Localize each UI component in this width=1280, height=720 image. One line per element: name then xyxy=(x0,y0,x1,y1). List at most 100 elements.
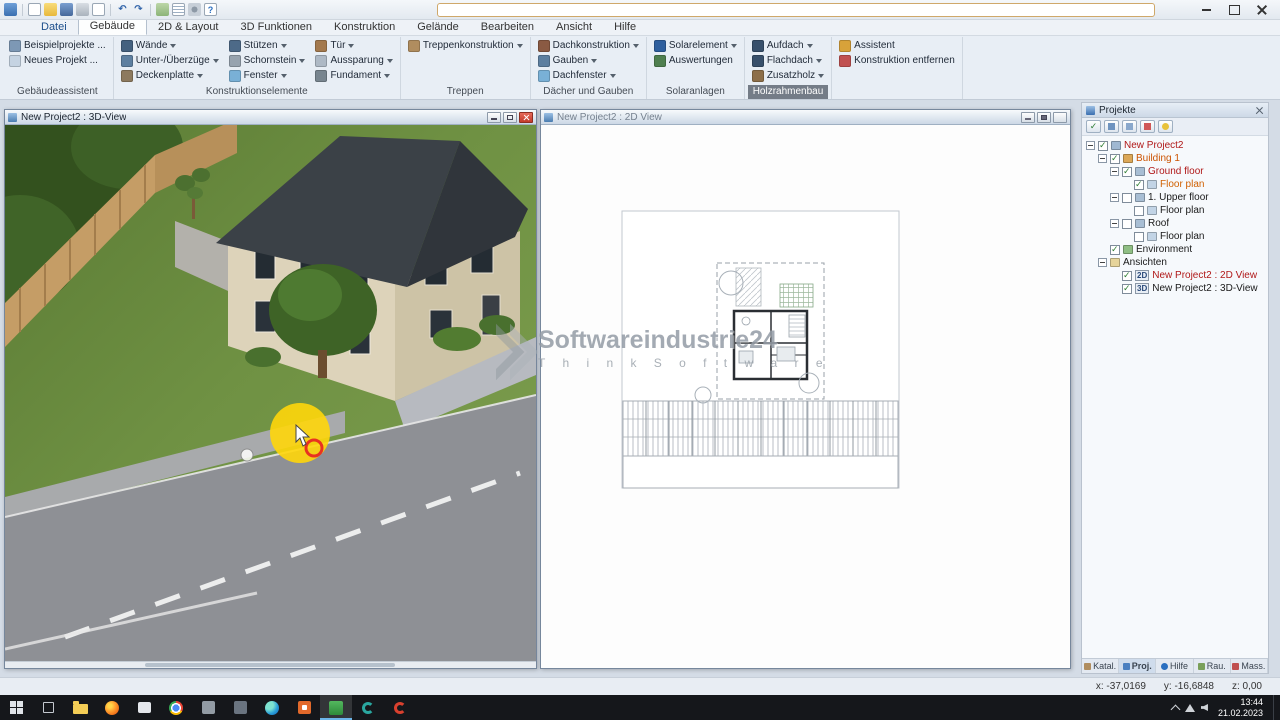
ribbon-button-assistent[interactable]: Assistent xyxy=(835,38,959,53)
tab-3d-funktionen[interactable]: 3D Funktionen xyxy=(230,20,324,35)
tree-item-project[interactable]: New Project2 xyxy=(1084,139,1266,152)
hint-bulb-icon[interactable] xyxy=(1158,120,1173,133)
tree-item-2d-view[interactable]: 2D New Project2 : 2D View xyxy=(1084,269,1266,282)
ribbon-button-dachfenster[interactable]: Dachfenster xyxy=(534,68,643,83)
tab-datei[interactable]: Datei xyxy=(30,20,78,35)
tab-2d-layout[interactable]: 2D & Layout xyxy=(147,20,230,35)
taskbar-app-c-teal[interactable] xyxy=(352,695,384,720)
expander-icon[interactable] xyxy=(1086,141,1095,150)
layers-icon[interactable] xyxy=(1122,120,1137,133)
taskbar-app-chrome[interactable] xyxy=(160,695,192,720)
start-button[interactable] xyxy=(0,695,32,720)
checkbox-icon[interactable] xyxy=(1098,141,1108,151)
ribbon-button-aussparung[interactable]: Aussparung xyxy=(311,53,396,68)
panel-tab-raum[interactable]: Rau. xyxy=(1194,659,1231,673)
help-icon[interactable] xyxy=(204,3,217,16)
panel-tab-projekte[interactable]: Proj. xyxy=(1119,659,1156,673)
ribbon-button-schornstein[interactable]: Schornstein xyxy=(225,53,310,68)
tab-hilfe[interactable]: Hilfe xyxy=(603,20,647,35)
tab-konstruktion[interactable]: Konstruktion xyxy=(323,20,406,35)
confirm-check-icon[interactable] xyxy=(1086,120,1101,133)
expander-icon[interactable] xyxy=(1110,167,1119,176)
checkbox-icon[interactable] xyxy=(1134,232,1144,242)
window-2d-titlebar[interactable]: New Project2 : 2D View xyxy=(541,110,1070,125)
expander-icon[interactable] xyxy=(1098,154,1107,163)
taskbar-app-c-red[interactable] xyxy=(384,695,416,720)
window-minimize-button[interactable] xyxy=(1021,112,1035,123)
open-folder-icon[interactable] xyxy=(44,3,57,16)
ribbon-button-konstruktion-entfernen[interactable]: Konstruktion entfernen xyxy=(835,53,959,68)
taskbar-app-viewer[interactable] xyxy=(288,695,320,720)
ribbon-button-deckenplatte[interactable]: Deckenplatte xyxy=(117,68,223,83)
ribbon-button-stuetzen[interactable]: Stützen xyxy=(225,38,310,53)
taskbar-app-mail[interactable] xyxy=(128,695,160,720)
tree-item-3d-view[interactable]: 3D New Project2 : 3D-View xyxy=(1084,282,1266,295)
volume-icon[interactable] xyxy=(1201,704,1208,711)
ribbon-button-auswertungen[interactable]: Auswertungen xyxy=(650,53,741,68)
checkbox-icon[interactable] xyxy=(1122,193,1132,203)
undo-icon[interactable] xyxy=(116,3,129,16)
window-maximize-button[interactable] xyxy=(503,112,517,123)
redo-icon[interactable] xyxy=(132,3,145,16)
2d-viewport[interactable] xyxy=(541,125,1070,668)
taskbar-app-file-explorer[interactable] xyxy=(64,695,96,720)
tree-item-upper-floor[interactable]: 1. Upper floor xyxy=(1084,191,1266,204)
ribbon-button-fenster[interactable]: Fenster xyxy=(225,68,310,83)
checkbox-icon[interactable] xyxy=(1122,219,1132,229)
tab-gelaende[interactable]: Gelände xyxy=(406,20,470,35)
taskbar-app-firefox[interactable] xyxy=(96,695,128,720)
checkbox-icon[interactable] xyxy=(1134,206,1144,216)
ribbon-button-tuer[interactable]: Tür xyxy=(311,38,396,53)
checkbox-icon[interactable] xyxy=(1134,180,1144,190)
panel-close-icon[interactable] xyxy=(1255,106,1264,115)
catalog-icon[interactable] xyxy=(1104,120,1119,133)
tree-item-building[interactable]: Building 1 xyxy=(1084,152,1266,165)
new-document-icon[interactable] xyxy=(28,3,41,16)
panel-tab-hilfe[interactable]: Hilfe xyxy=(1156,659,1193,673)
show-desktop-button[interactable] xyxy=(1273,695,1278,720)
tab-gebaeude[interactable]: Gebäude xyxy=(78,18,147,35)
task-view-button[interactable] xyxy=(32,695,64,720)
horizontal-scrollbar[interactable] xyxy=(5,661,536,668)
chevron-up-icon[interactable] xyxy=(1171,704,1181,714)
maximize-button[interactable] xyxy=(1220,0,1248,19)
taskbar-app-1[interactable] xyxy=(192,695,224,720)
ribbon-button-beispielprojekte[interactable]: Beispielprojekte ... xyxy=(5,38,110,53)
checkbox-icon[interactable] xyxy=(1110,245,1120,255)
ribbon-button-treppenkonstruktion[interactable]: Treppenkonstruktion xyxy=(404,38,527,53)
save-icon[interactable] xyxy=(60,3,73,16)
preview-document-icon[interactable] xyxy=(92,3,105,16)
print-icon[interactable] xyxy=(76,3,89,16)
ribbon-button-gauben[interactable]: Gauben xyxy=(534,53,643,68)
ribbon-button-zusatzholz[interactable]: Zusatzholz xyxy=(748,68,828,83)
titlebar-search-input[interactable] xyxy=(437,3,1155,17)
window-minimize-button[interactable] xyxy=(487,112,501,123)
ribbon-button-unter-ueberzuege[interactable]: Unter-/Überzüge xyxy=(117,53,223,68)
tab-bearbeiten[interactable]: Bearbeiten xyxy=(470,20,545,35)
window-close-button[interactable] xyxy=(1053,112,1067,123)
ribbon-button-neues-projekt[interactable]: Neues Projekt ... xyxy=(5,53,110,68)
clock[interactable]: 13:44 21.02.2023 xyxy=(1214,697,1267,719)
window-maximize-button[interactable] xyxy=(1037,112,1051,123)
settings-icon[interactable] xyxy=(188,3,201,16)
tab-ansicht[interactable]: Ansicht xyxy=(545,20,603,35)
close-button[interactable] xyxy=(1248,0,1276,19)
network-icon[interactable] xyxy=(1185,704,1195,712)
panel-tab-mass[interactable]: Mass. xyxy=(1231,659,1268,673)
minimize-button[interactable] xyxy=(1192,0,1220,19)
tree-item-floor-plan[interactable]: Floor plan xyxy=(1084,230,1266,243)
tree-item-floor-plan[interactable]: Floor plan xyxy=(1084,204,1266,217)
checkbox-icon[interactable] xyxy=(1122,167,1132,177)
tree-item-environment[interactable]: Environment xyxy=(1084,243,1266,256)
window-3d-titlebar[interactable]: New Project2 : 3D-View xyxy=(5,110,536,125)
tree-item-floor-plan[interactable]: Floor plan xyxy=(1084,178,1266,191)
ribbon-button-flachdach[interactable]: Flachdach xyxy=(748,53,828,68)
checkbox-icon[interactable] xyxy=(1110,154,1120,164)
ribbon-button-aufdach[interactable]: Aufdach xyxy=(748,38,828,53)
delete-icon[interactable] xyxy=(1140,120,1155,133)
checkbox-icon[interactable] xyxy=(1122,284,1132,294)
tree-item-ground-floor[interactable]: Ground floor xyxy=(1084,165,1266,178)
checkbox-icon[interactable] xyxy=(1122,271,1132,281)
taskbar-app-cad[interactable] xyxy=(320,695,352,720)
ribbon-button-solarelement[interactable]: Solarelement xyxy=(650,38,741,53)
